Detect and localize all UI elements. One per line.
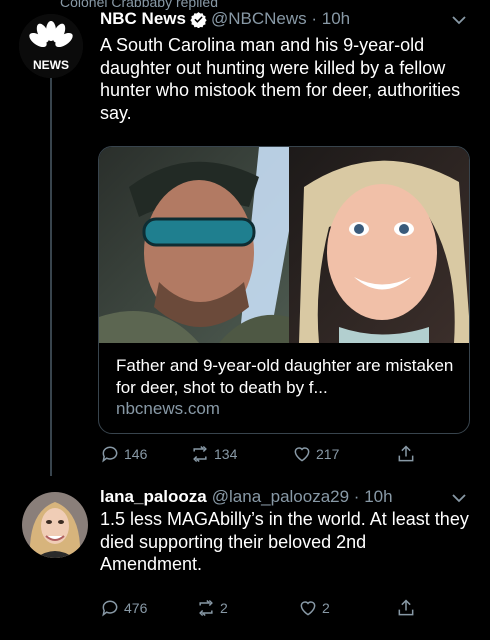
card-title: Father and 9-year-old daughter are mista… [116,356,454,397]
nbc-news-avatar[interactable]: NEWS [19,14,83,78]
heart-icon [300,601,316,616]
handle[interactable]: @lana_palooza29 [212,487,349,507]
reply-count: 146 [124,446,148,462]
verified-badge-icon [190,11,207,28]
tweet-actions: 476 2 2 [100,598,430,620]
retweet-icon [193,445,207,463]
tweet-header: NBC News @NBCNews · 10h [100,9,350,29]
profile-photo [22,492,88,558]
like-count: 2 [322,600,330,616]
tweet-text: 1.5 less MAGAbilly’s in the world. At le… [100,509,469,574]
tweet-nbc-news[interactable]: NEWS NBC News @NBCNews · 10h A South Car… [0,6,490,482]
heart-icon [294,447,310,462]
lana-palooza-avatar[interactable] [22,492,88,558]
news-label: NEWS [33,58,69,72]
display-name[interactable]: NBC News [100,9,186,29]
handle[interactable]: @NBCNews [211,9,307,29]
reply-button[interactable]: 146 [100,444,147,464]
link-preview-card[interactable]: Father and 9-year-old daughter are mista… [98,146,470,434]
like-button[interactable]: 217 [292,444,339,464]
separator-dot: · [306,9,322,28]
share-icon [398,445,414,462]
chevron-down-icon[interactable] [452,16,466,25]
card-domain: nbcnews.com [116,399,220,418]
display-name[interactable]: lana_palooza [100,487,207,507]
separator-dot: · [349,487,365,506]
tweet-actions: 146 134 217 [100,444,430,466]
tweet-lana-palooza[interactable]: lana_palooza @lana_palooza29 · 10h 1.5 l… [0,484,490,640]
retweet-count: 134 [214,446,238,462]
card-image [99,147,469,343]
retweet-count: 2 [220,600,228,616]
retweet-icon [199,599,213,617]
tweet-header: lana_palooza @lana_palooza29 · 10h [100,487,393,507]
timestamp[interactable]: 10h [322,9,350,29]
like-count: 217 [316,446,340,462]
reply-icon [102,446,118,463]
reply-count: 476 [124,600,148,616]
retweet-button[interactable]: 134 [190,444,237,464]
timestamp[interactable]: 10h [364,487,392,507]
share-button[interactable] [396,444,420,464]
chevron-down-icon[interactable] [452,494,466,503]
tweet-text: A South Carolina man and his 9-year-old … [100,35,461,123]
share-icon [398,599,414,616]
share-button[interactable] [396,598,420,618]
retweet-button[interactable]: 2 [196,598,228,618]
reply-button[interactable]: 476 [100,598,147,618]
like-button[interactable]: 2 [298,598,330,618]
reply-icon [102,600,118,617]
